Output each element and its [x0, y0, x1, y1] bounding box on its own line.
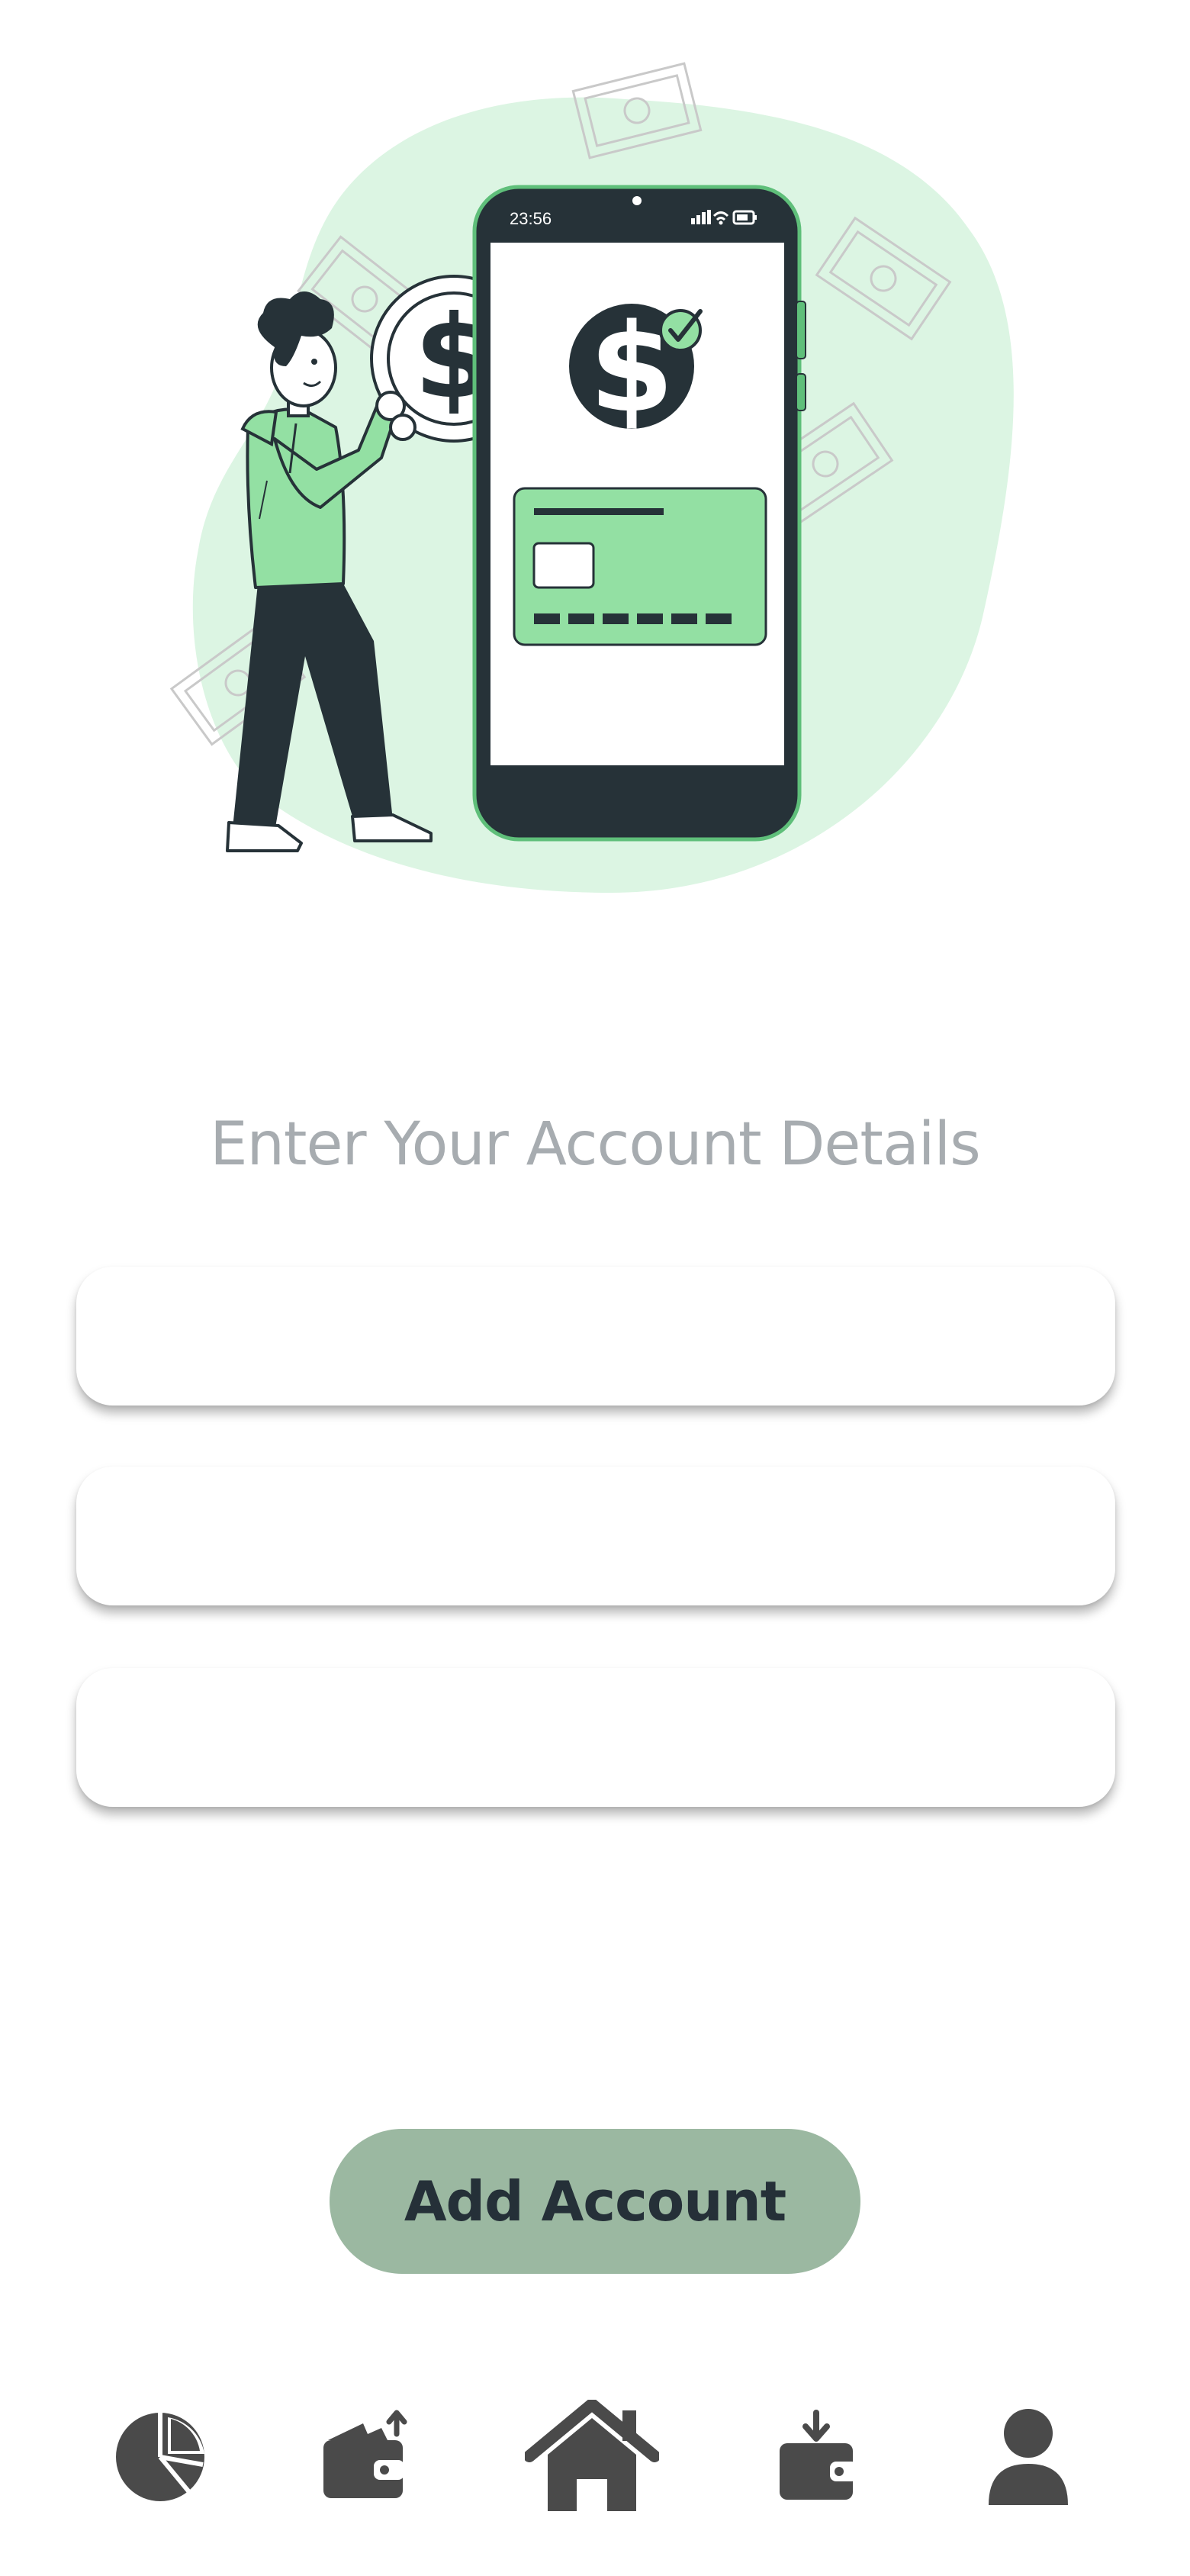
pie-chart-icon — [116, 2413, 204, 2501]
account-field-2[interactable] — [76, 1467, 1115, 1605]
bottom-nav — [0, 2381, 1190, 2533]
hero-illustration: $ 23:56 $ — [0, 0, 1190, 916]
nav-item-profile[interactable] — [960, 2381, 1097, 2533]
account-field-3[interactable] — [76, 1668, 1115, 1807]
nav-item-home[interactable] — [523, 2381, 661, 2533]
phone-illustration: 23:56 $ — [472, 185, 806, 842]
wallet-send-icon — [323, 2410, 407, 2498]
payment-illustration: $ 23:56 $ — [169, 62, 1014, 893]
nav-item-statistics[interactable] — [92, 2381, 229, 2533]
phone-time: 23:56 — [510, 209, 552, 228]
account-field-1[interactable] — [76, 1267, 1115, 1406]
credit-card-icon — [513, 487, 767, 646]
add-account-button[interactable]: Add Account — [330, 2129, 860, 2274]
nav-item-send[interactable] — [296, 2381, 433, 2533]
page-title: Enter Your Account Details — [210, 1110, 981, 1179]
wallet-receive-icon — [780, 2410, 857, 2500]
nav-item-receive[interactable] — [751, 2381, 888, 2533]
svg-text:$: $ — [589, 297, 674, 440]
user-icon — [989, 2409, 1068, 2505]
home-icon — [525, 2400, 659, 2511]
